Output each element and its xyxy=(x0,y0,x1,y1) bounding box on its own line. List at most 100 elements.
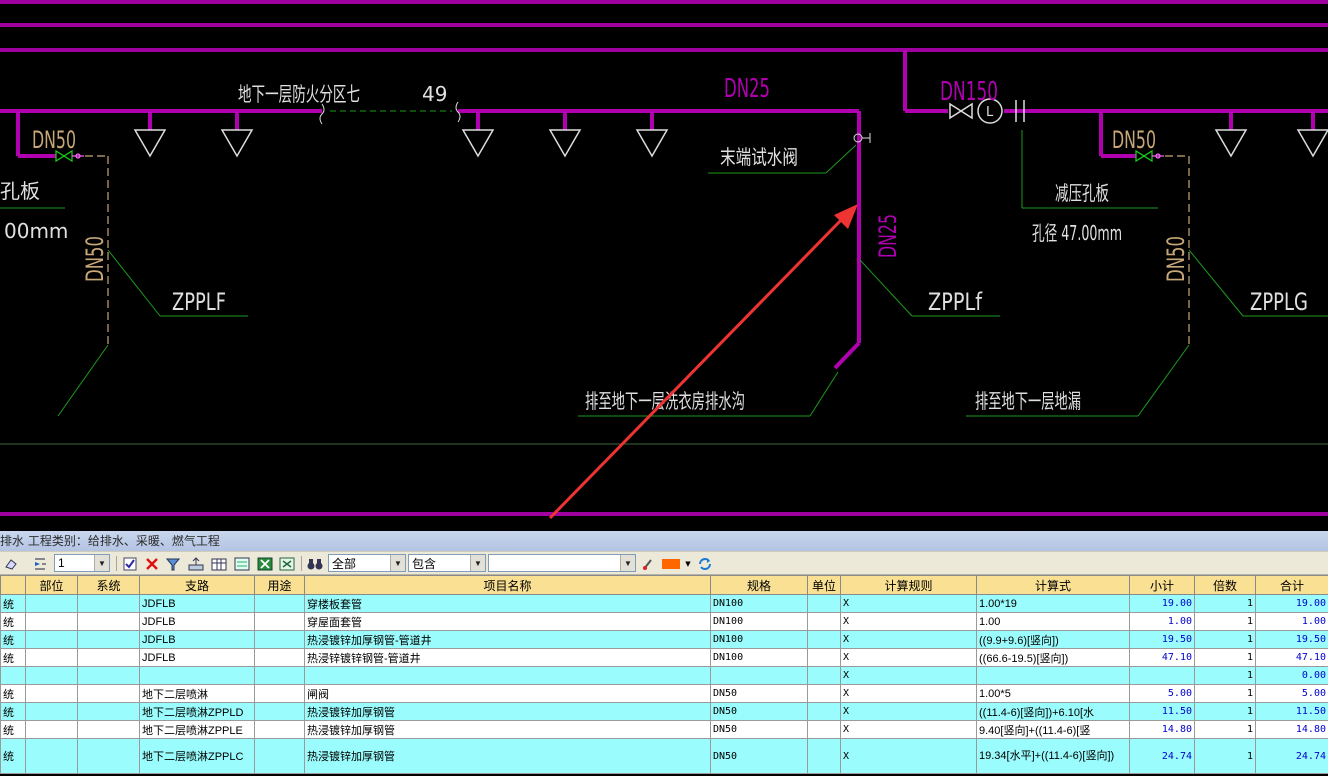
table-cell-系统[interactable] xyxy=(77,738,140,774)
table-cell-单位[interactable] xyxy=(807,684,841,703)
filter-select[interactable]: 全部 ▼ xyxy=(328,554,406,572)
table-cell-支路[interactable]: 地下二层喷淋 xyxy=(139,684,255,703)
color-icon[interactable] xyxy=(660,555,682,572)
refresh-icon[interactable] xyxy=(696,555,714,572)
table-cell-system-fragment[interactable]: 统 xyxy=(0,684,26,703)
export-icon[interactable] xyxy=(233,555,251,572)
table-cell-系统[interactable] xyxy=(77,630,140,649)
table-cell-小计[interactable]: 5.00 xyxy=(1129,684,1195,703)
table-cell-system-fragment[interactable]: 统 xyxy=(0,612,26,631)
grid-icon[interactable] xyxy=(210,555,228,572)
sprinkler-pipes[interactable] xyxy=(0,50,1328,370)
table-cell-倍数[interactable]: 1 xyxy=(1194,648,1256,667)
table-cell-system-fragment[interactable]: 统 xyxy=(0,648,26,667)
table-cell-倍数[interactable]: 1 xyxy=(1194,612,1256,631)
column-header[interactable] xyxy=(0,575,26,595)
table-cell-倍数[interactable]: 1 xyxy=(1194,684,1256,703)
table-cell-用途[interactable] xyxy=(254,594,305,613)
table-cell-规格[interactable]: DN100 xyxy=(710,612,808,631)
table-cell-计算规则[interactable]: X xyxy=(840,738,977,774)
column-header[interactable]: 合计 xyxy=(1255,575,1328,595)
table-cell-支路[interactable]: 地下二层喷淋ZPPLD xyxy=(139,702,255,721)
table-cell-系统[interactable] xyxy=(77,666,140,685)
table-row[interactable]: 统 JDFLB 热浸镀锌加厚钢管-管道井 DN100 X ((9.9+9.6)[竖向]) 1… xyxy=(0,630,1328,649)
table-cell-计算式[interactable]: 1.00 xyxy=(976,612,1130,631)
table-cell-规格[interactable]: DN50 xyxy=(710,738,808,774)
table-cell-计算式[interactable]: 1.00*19 xyxy=(976,594,1130,613)
table-cell-系统[interactable] xyxy=(77,702,140,721)
table-cell-规格[interactable]: DN50 xyxy=(710,702,808,721)
table-cell-支路[interactable]: JDFLB xyxy=(139,648,255,667)
eraser-icon[interactable] xyxy=(3,555,19,572)
table-cell-单位[interactable] xyxy=(807,702,841,721)
table-cell-系统[interactable] xyxy=(77,648,140,667)
table-cell-部位[interactable] xyxy=(25,630,78,649)
table-cell-用途[interactable] xyxy=(254,648,305,667)
level-select[interactable]: 1 ▼ xyxy=(54,554,110,572)
table-cell-部位[interactable] xyxy=(25,612,78,631)
column-header[interactable]: 计算式 xyxy=(976,575,1130,595)
table-cell-计算式[interactable]: ((11.4-6)[竖向])+6.10[水 xyxy=(976,702,1130,721)
column-header[interactable]: 项目名称 xyxy=(304,575,711,595)
table-cell-规格[interactable] xyxy=(710,666,808,685)
table-cell-system-fragment[interactable]: 统 xyxy=(0,594,26,613)
table-cell-支路[interactable]: 地下二层喷淋ZPPLE xyxy=(139,720,255,739)
table-cell-单位[interactable] xyxy=(807,666,841,685)
table-cell-单位[interactable] xyxy=(807,594,841,613)
table-cell-部位[interactable] xyxy=(25,666,78,685)
cad-drawing-canvas[interactable]: L 地下一层防火分区七 49 末端试水阀 孔板 00mm ZPPLF ZPPLf… xyxy=(0,0,1328,528)
table-cell-项目名称[interactable]: 热浸镀锌加厚钢管-管道井 xyxy=(304,630,711,649)
table-cell-用途[interactable] xyxy=(254,666,305,685)
table-cell-system-fragment[interactable]: 统 xyxy=(0,702,26,721)
column-header[interactable]: 部位 xyxy=(25,575,78,595)
table-cell-单位[interactable] xyxy=(807,630,841,649)
table-cell-合计[interactable]: 1.00 xyxy=(1255,612,1328,631)
table-cell-系统[interactable] xyxy=(77,594,140,613)
table-cell-项目名称[interactable]: 热浸镀锌加厚钢管 xyxy=(304,738,711,774)
table-cell-用途[interactable] xyxy=(254,612,305,631)
table-cell-单位[interactable] xyxy=(807,612,841,631)
table-cell-部位[interactable] xyxy=(25,738,78,774)
table-cell-计算式[interactable]: ((9.9+9.6)[竖向]) xyxy=(976,630,1130,649)
column-header[interactable]: 支路 xyxy=(139,575,255,595)
table-cell-system-fragment[interactable]: 统 xyxy=(0,630,26,649)
table-row[interactable]: 统 JDFLB 热浸锌镀锌钢管-管道井 DN100 X ((66.6-19.5)[竖向])… xyxy=(0,648,1328,667)
table-cell-部位[interactable] xyxy=(25,684,78,703)
table-cell-单位[interactable] xyxy=(807,738,841,774)
table-cell-计算式[interactable]: ((66.6-19.5)[竖向]) xyxy=(976,648,1130,667)
column-header[interactable]: 倍数 xyxy=(1194,575,1256,595)
sum-icon[interactable] xyxy=(187,555,205,572)
table-cell-用途[interactable] xyxy=(254,720,305,739)
table-cell-用途[interactable] xyxy=(254,630,305,649)
match-select[interactable]: 包含 ▼ xyxy=(408,554,486,572)
table-row[interactable]: 统地下二层喷淋 闸阀 DN50 X 1.00*5 5.00 1 5.00 xyxy=(0,684,1328,703)
table-cell-倍数[interactable]: 1 xyxy=(1194,738,1256,774)
table-row[interactable]: 统 地下二层喷淋ZPPLE 热浸镀锌加厚钢管 DN50 X 9.40[竖向]+((11.4… xyxy=(0,720,1328,739)
table-cell-计算规则[interactable]: X xyxy=(840,612,977,631)
table-cell-规格[interactable]: DN100 xyxy=(710,594,808,613)
table-cell-规格[interactable]: DN50 xyxy=(710,720,808,739)
check-icon[interactable] xyxy=(122,555,138,572)
table-cell-计算式[interactable]: 1.00*5 xyxy=(976,684,1130,703)
column-header[interactable]: 规格 xyxy=(710,575,808,595)
end-test-valve[interactable] xyxy=(853,133,871,143)
table-cell-规格[interactable]: DN50 xyxy=(710,684,808,703)
table-cell-合计[interactable]: 14.80 xyxy=(1255,720,1328,739)
table-cell-倍数[interactable]: 1 xyxy=(1194,720,1256,739)
table-cell-规格[interactable]: DN100 xyxy=(710,648,808,667)
table-cell-系统[interactable] xyxy=(77,612,140,631)
table-cell-合计[interactable]: 24.74 xyxy=(1255,738,1328,774)
table-cell-倍数[interactable]: 1 xyxy=(1194,666,1256,685)
table-row[interactable]: 统 JDFLB 穿楼板套管 DN100 X 1.00*19 19.00 1 19.00 xyxy=(0,594,1328,613)
table-cell-单位[interactable] xyxy=(807,720,841,739)
table-cell-小计[interactable]: 19.00 xyxy=(1129,594,1195,613)
table-cell-计算规则[interactable]: X xyxy=(840,630,977,649)
table-cell-system-fragment[interactable] xyxy=(0,666,26,685)
table-cell-合计[interactable]: 19.00 xyxy=(1255,594,1328,613)
table-cell-部位[interactable] xyxy=(25,594,78,613)
table-cell-项目名称[interactable] xyxy=(304,666,711,685)
table-row[interactable]: X 1 0.00 xyxy=(0,666,1328,685)
table-cell-倍数[interactable]: 1 xyxy=(1194,702,1256,721)
table-cell-项目名称[interactable]: 热浸镀锌加厚钢管 xyxy=(304,702,711,721)
table-cell-计算式[interactable]: 9.40[竖向]+((11.4-6)[竖 xyxy=(976,720,1130,739)
